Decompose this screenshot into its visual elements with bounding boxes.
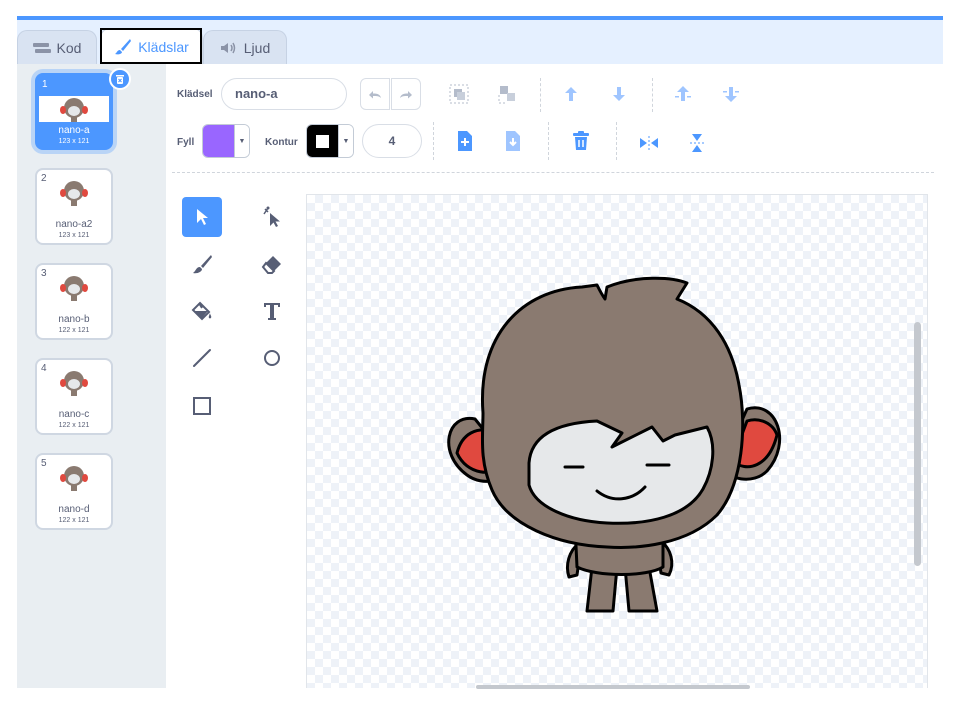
outline-width-input[interactable]: 4 [362,124,422,158]
speaker-icon [220,42,236,53]
toolbar-divider [548,122,549,160]
costume-size: 122 x 121 [58,517,90,524]
eraser-icon [261,256,281,274]
horizontal-scrollbar[interactable] [476,685,750,689]
ungroup-icon [498,86,515,104]
line-tool[interactable] [182,338,222,378]
costume-number: 2 [41,173,47,184]
costume-size: 122 x 121 [58,422,90,429]
tab-sounds[interactable]: Ljud [203,30,287,64]
chevron-down-icon: ▼ [338,125,353,157]
bring-to-front-icon [675,86,691,101]
back-button[interactable] [718,81,744,107]
flip-horizontal-button[interactable] [636,130,662,156]
fill-tool[interactable] [182,291,222,331]
reshape-tool[interactable] [252,197,292,237]
brush-icon [193,255,212,274]
group-icon [449,84,469,104]
paste-button[interactable] [500,128,526,154]
tab-code[interactable]: Kod [17,30,97,64]
fill-label: Fyll [177,137,195,148]
toolbar-divider [433,122,434,160]
redo-icon [400,91,412,99]
rectangle-icon [193,397,211,415]
chevron-down-icon: ▼ [234,125,249,157]
costume-name-label: Klädsel [177,89,213,100]
costume-number: 1 [42,79,48,90]
costume-thumbnail [60,371,88,396]
forward-button[interactable] [558,81,584,107]
text-t-icon [264,303,280,320]
brush-tool[interactable] [182,244,222,284]
costume-size: 123 x 121 [58,232,90,239]
front-button[interactable] [670,81,696,107]
toolbar-divider [616,122,617,160]
flip-vertical-icon [690,134,704,152]
tab-code-label: Kod [56,39,82,56]
costume-name: nano-a2 [55,219,93,230]
paste-icon [506,131,520,151]
costume-thumbnail [60,181,88,206]
costumes-tab-highlight [100,28,202,64]
group-button[interactable] [446,81,472,107]
toolbar-bottom-divider [172,172,934,173]
delete-button[interactable] [568,128,594,154]
reshape-icon [263,206,280,227]
outline-color-picker[interactable]: ▼ [306,124,354,158]
arrow-up-icon [565,87,577,101]
costume-size: 122 x 121 [58,327,90,334]
rectangle-tool[interactable] [182,386,222,426]
arrow-select-icon [197,209,208,225]
redo-button[interactable] [391,78,421,110]
monkey-costume-drawing[interactable] [307,195,928,688]
costume-thumbnail [60,466,88,491]
outline-color-swatch [307,125,338,157]
undo-button[interactable] [360,78,390,110]
costume-name: nano-c [58,409,90,420]
costume-name: nano-d [58,504,90,515]
outline-label: Kontur [265,137,298,148]
code-blocks-icon [32,42,51,53]
flip-vertical-button[interactable] [684,130,710,156]
costume-item-4[interactable]: 4 nano-c 122 x 121 [35,358,113,435]
eraser-tool[interactable] [252,244,292,284]
delete-costume-button[interactable] [109,68,131,90]
arrow-down-icon [613,87,625,101]
line-icon [193,349,211,367]
text-tool[interactable] [252,291,292,331]
paint-bucket-icon [191,301,212,321]
circle-icon [264,350,280,366]
fill-color-picker[interactable]: ▼ [202,124,250,158]
fill-color-swatch [203,125,234,157]
costume-item-5[interactable]: 5 nano-d 122 x 121 [35,453,113,530]
vertical-scrollbar[interactable] [914,322,921,566]
paint-canvas[interactable] [306,194,928,688]
costume-number: 4 [41,363,47,374]
toolbar-divider [540,78,541,112]
backward-button[interactable] [606,81,632,107]
costume-name: nano-b [58,314,90,325]
copy-button[interactable] [452,128,478,154]
toolbar-divider [652,78,653,112]
costume-number: 3 [41,268,47,279]
flip-horizontal-icon [640,136,658,150]
costume-thumbnail [60,276,88,301]
trash-icon [116,75,124,84]
trash-icon [573,131,589,150]
costume-thumbnail [39,96,109,122]
select-tool[interactable] [182,197,222,237]
copy-icon [458,131,472,151]
costume-item-3[interactable]: 3 nano-b 122 x 121 [35,263,113,340]
tab-sounds-label: Ljud [243,39,271,56]
costume-item-1[interactable]: 1 nano-a 123 x 121 [35,73,113,150]
costume-size: 123 x 121 [58,138,90,145]
circle-tool[interactable] [252,338,292,378]
costume-name-input[interactable]: nano-a [221,78,347,110]
costume-item-2[interactable]: 2 nano-a2 123 x 121 [35,168,113,245]
costume-name: nano-a [58,125,90,136]
send-to-back-icon [723,87,739,102]
costume-number: 5 [41,458,47,469]
undo-icon [369,91,381,99]
ungroup-button[interactable] [495,81,521,107]
